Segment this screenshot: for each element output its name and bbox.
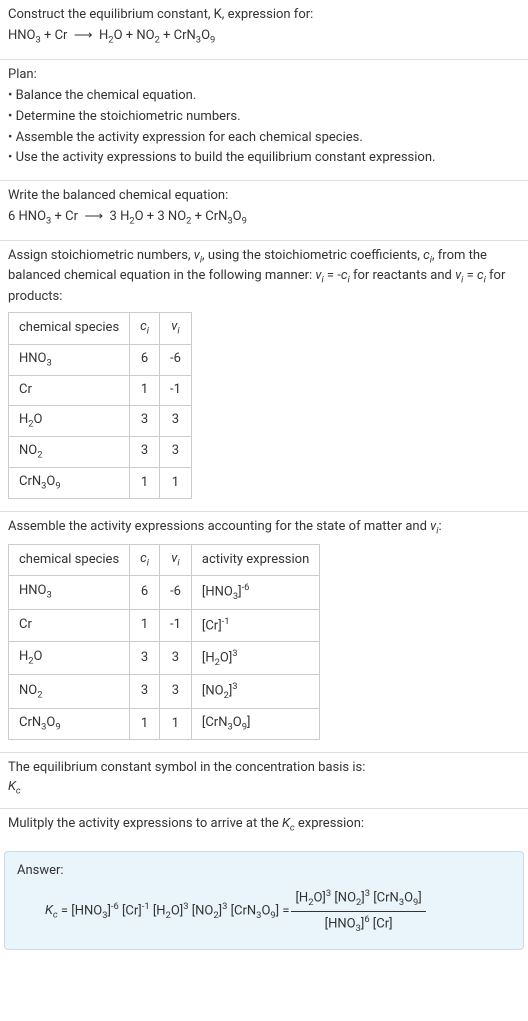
- table-row: CrN3O9 1 1: [9, 467, 192, 498]
- answer-label: Answer:: [17, 862, 511, 881]
- table-row: Cr 1 -1 [Cr]-1: [9, 609, 320, 641]
- kc-symbol-intro: The equilibrium constant symbol in the c…: [8, 759, 520, 778]
- plan-section: Plan: • Balance the chemical equation. •…: [0, 60, 528, 180]
- table-header-row: chemical species ci νi activity expressi…: [9, 545, 320, 576]
- cell-ci: 6: [130, 576, 160, 609]
- cell-species: NO2: [9, 675, 130, 708]
- activity-table: chemical species ci νi activity expressi…: [8, 544, 320, 740]
- col-vi: νi: [159, 313, 191, 344]
- stoich-table: chemical species ci νi HNO3 6 -6 Cr 1 -1…: [8, 312, 192, 499]
- table-row: NO2 3 3: [9, 436, 192, 467]
- kc-numerator: [H2O]3 [NO2]3 [CrN3O9]: [291, 887, 425, 911]
- plan-item: • Determine the stoichiometric numbers.: [8, 108, 520, 127]
- table-row: H2O 3 3 [H2O]3: [9, 641, 320, 674]
- cell-vi: 1: [159, 708, 191, 739]
- table-row: CrN3O9 1 1 [CrN3O9]: [9, 708, 320, 739]
- balanced-title: Write the balanced chemical equation:: [8, 187, 520, 206]
- col-ci: ci: [130, 313, 160, 344]
- cell-species: Cr: [9, 375, 130, 405]
- cell-activity: [Cr]-1: [191, 609, 319, 641]
- activity-title: Assemble the activity expressions accoun…: [8, 518, 520, 538]
- cell-vi: 3: [159, 641, 191, 674]
- table-row: Cr 1 -1: [9, 375, 192, 405]
- table-row: HNO3 6 -6: [9, 344, 192, 375]
- cell-vi: -6: [159, 344, 191, 375]
- plan-item: • Use the activity expressions to build …: [8, 149, 520, 168]
- col-ci: ci: [130, 545, 160, 576]
- table-row: H2O 3 3: [9, 405, 192, 436]
- balanced-equation: 6 HNO3 + Cr ⟶ 3 H2O + 3 NO2 + CrN3O9: [8, 208, 520, 228]
- cell-ci: 1: [130, 467, 160, 498]
- cell-activity: [HNO3]-6: [191, 576, 319, 609]
- multiply-title: Mulitply the activity expressions to arr…: [8, 815, 520, 835]
- cell-species: H2O: [9, 641, 130, 674]
- balanced-section: Write the balanced chemical equation: 6 …: [0, 181, 528, 240]
- cell-species: NO2: [9, 436, 130, 467]
- cell-species: H2O: [9, 405, 130, 436]
- col-species: chemical species: [9, 545, 130, 576]
- intro-section: Construct the equilibrium constant, K, e…: [0, 0, 528, 59]
- stoich-intro: Assign stoichiometric numbers, νi, using…: [8, 247, 520, 306]
- cell-species: CrN3O9: [9, 467, 130, 498]
- cell-ci: 3: [130, 675, 160, 708]
- cell-ci: 1: [130, 708, 160, 739]
- cell-species: CrN3O9: [9, 708, 130, 739]
- col-vi: νi: [159, 545, 191, 576]
- cell-vi: 3: [159, 405, 191, 436]
- cell-vi: 3: [159, 436, 191, 467]
- kc-fraction: [H2O]3 [NO2]3 [CrN3O9] [HNO3]6 [Cr]: [291, 887, 425, 935]
- plan-item: • Assemble the activity expression for e…: [8, 129, 520, 148]
- cell-activity: [NO2]3: [191, 675, 319, 708]
- cell-vi: -1: [159, 375, 191, 405]
- answer-box: Answer: Kc = [HNO3]-6 [Cr]-1 [H2O]3 [NO2…: [4, 851, 524, 950]
- plan-title: Plan:: [8, 66, 520, 85]
- table-row: NO2 3 3 [NO2]3: [9, 675, 320, 708]
- multiply-section: Mulitply the activity expressions to arr…: [0, 809, 528, 845]
- cell-activity: [H2O]3: [191, 641, 319, 674]
- kc-symbol-section: The equilibrium constant symbol in the c…: [0, 753, 528, 808]
- cell-species: Cr: [9, 609, 130, 641]
- cell-vi: 1: [159, 467, 191, 498]
- kc-expression: Kc = [HNO3]-6 [Cr]-1 [H2O]3 [NO2]3 [CrN3…: [17, 887, 511, 935]
- cell-ci: 3: [130, 641, 160, 674]
- kc-symbol: Kc: [8, 778, 520, 798]
- col-species: chemical species: [9, 313, 130, 344]
- cell-ci: 3: [130, 436, 160, 467]
- unbalanced-equation: HNO3 + Cr ⟶ H2O + NO2 + CrN3O9: [8, 27, 520, 47]
- cell-vi: 3: [159, 675, 191, 708]
- stoich-section: Assign stoichiometric numbers, νi, using…: [0, 241, 528, 511]
- cell-ci: 3: [130, 405, 160, 436]
- cell-vi: -6: [159, 576, 191, 609]
- kc-denominator: [HNO3]6 [Cr]: [321, 912, 397, 935]
- table-row: HNO3 6 -6 [HNO3]-6: [9, 576, 320, 609]
- cell-ci: 1: [130, 375, 160, 405]
- cell-ci: 6: [130, 344, 160, 375]
- cell-species: HNO3: [9, 576, 130, 609]
- cell-activity: [CrN3O9]: [191, 708, 319, 739]
- intro-line: Construct the equilibrium constant, K, e…: [8, 6, 520, 25]
- cell-ci: 1: [130, 609, 160, 641]
- table-header-row: chemical species ci νi: [9, 313, 192, 344]
- cell-species: HNO3: [9, 344, 130, 375]
- cell-vi: -1: [159, 609, 191, 641]
- col-activity: activity expression: [191, 545, 319, 576]
- plan-item: • Balance the chemical equation.: [8, 87, 520, 106]
- activity-section: Assemble the activity expressions accoun…: [0, 512, 528, 752]
